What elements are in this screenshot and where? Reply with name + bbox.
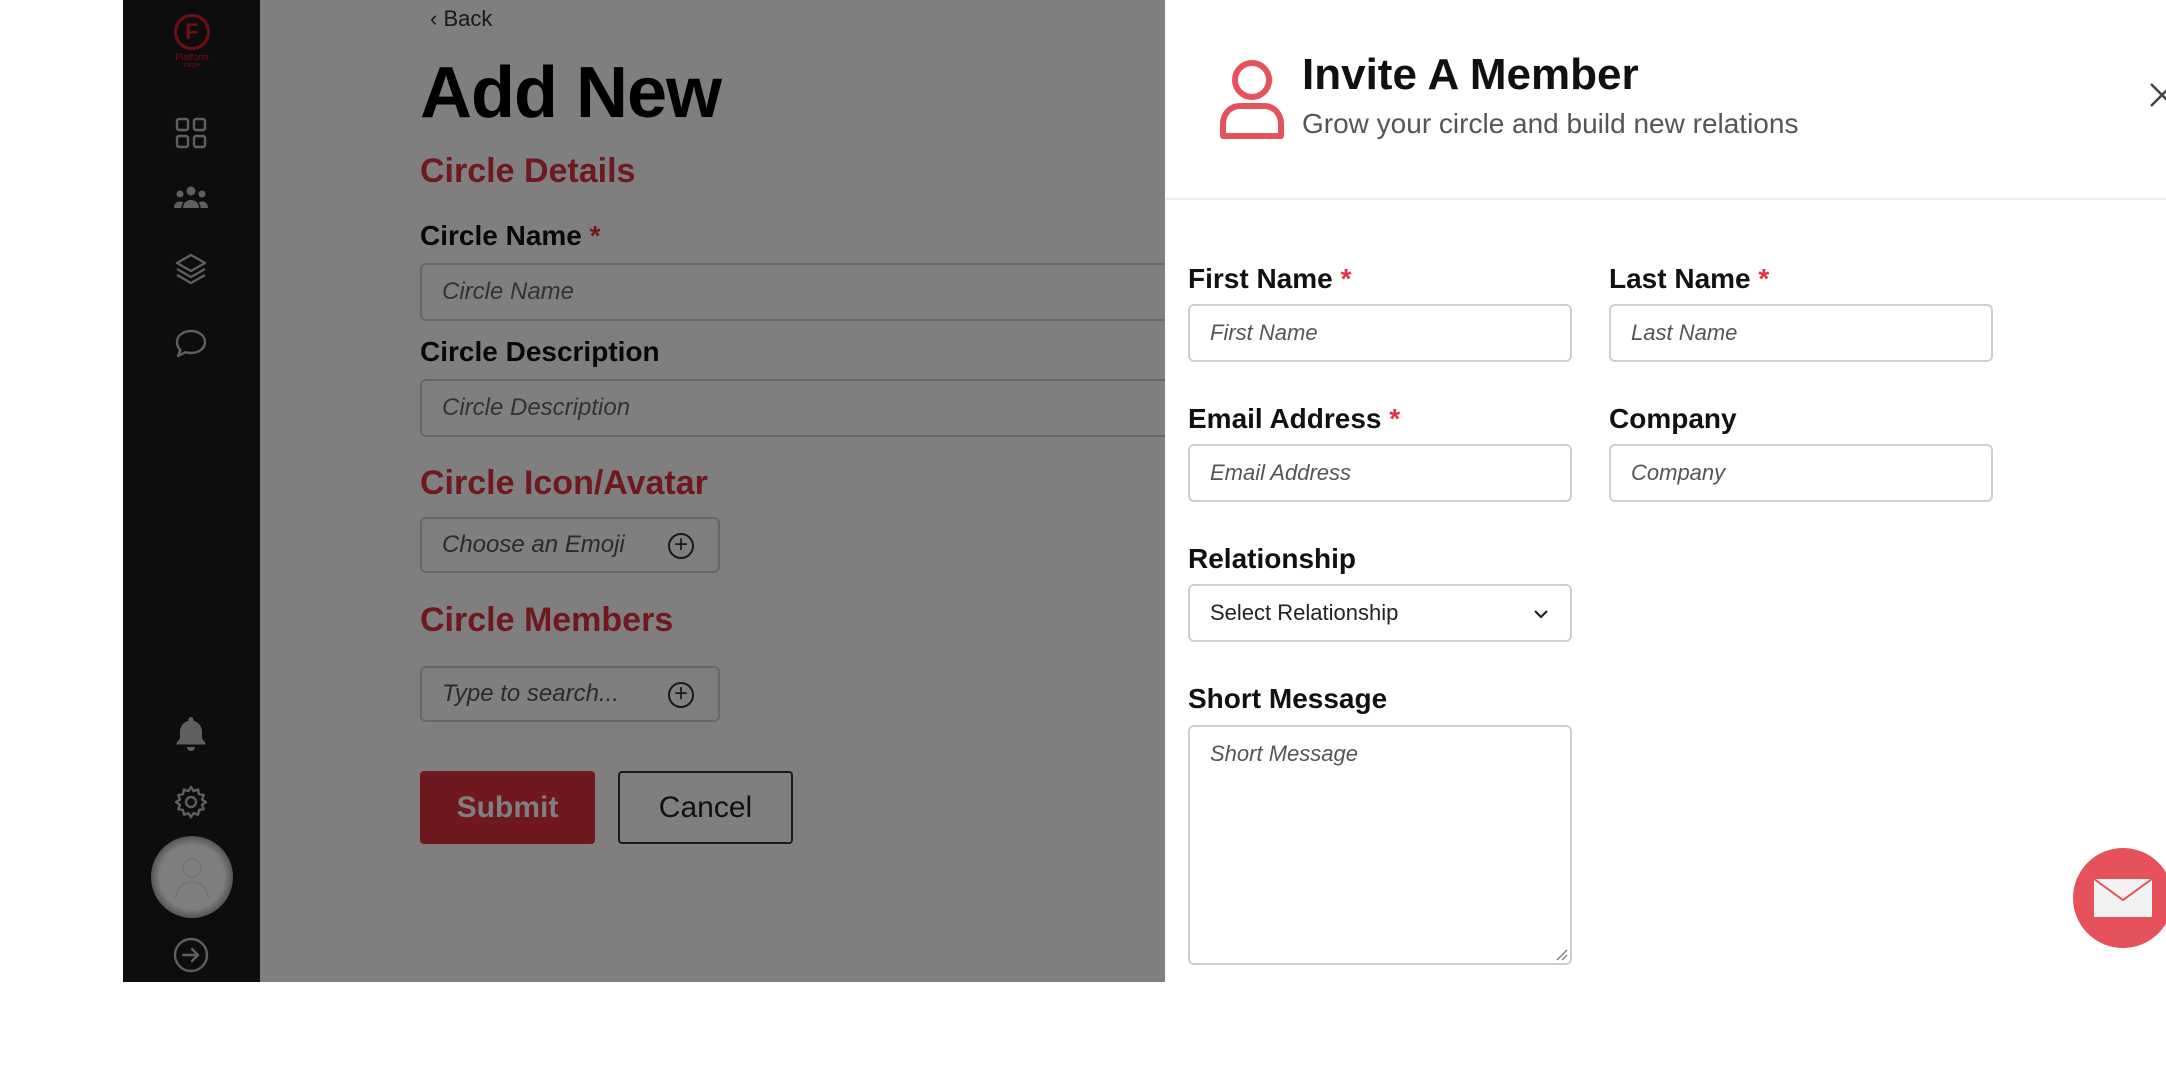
logout-icon[interactable] bbox=[171, 935, 211, 975]
section-circle-icon: Circle Icon/Avatar bbox=[420, 464, 708, 502]
people-icon[interactable] bbox=[171, 178, 211, 218]
first-name-input[interactable]: First Name bbox=[1188, 304, 1572, 362]
member-search-input[interactable]: Type to search... + bbox=[420, 666, 720, 722]
sidebar: F Platform circle bbox=[123, 0, 260, 982]
last-name-input[interactable]: Last Name bbox=[1609, 304, 1993, 362]
add-circle-form: ‹ Back Add New Circle Details Circle Nam… bbox=[260, 0, 1165, 982]
short-message-label: Short Message bbox=[1188, 683, 1388, 714]
bell-icon[interactable] bbox=[171, 713, 211, 753]
member-search-placeholder: Type to search... bbox=[442, 680, 619, 707]
add-emoji-icon[interactable]: + bbox=[668, 533, 694, 559]
relationship-value: Select Relationship bbox=[1210, 600, 1399, 625]
platform-logo[interactable]: F Platform circle bbox=[165, 14, 219, 72]
submit-button[interactable]: Submit bbox=[420, 771, 595, 844]
circle-name-input[interactable]: Circle Name bbox=[420, 263, 1165, 321]
invite-member-drawer: Invite A Member Grow your circle and bui… bbox=[1165, 0, 2166, 982]
logo-sub: circle bbox=[183, 62, 201, 69]
drawer-title: Invite A Member bbox=[1302, 50, 1639, 99]
layers-icon[interactable] bbox=[171, 249, 211, 289]
logo-mark: F bbox=[174, 14, 210, 50]
short-message-placeholder: Short Message bbox=[1210, 741, 1358, 766]
resize-handle-icon[interactable] bbox=[1554, 947, 1568, 961]
relationship-label: Relationship bbox=[1188, 543, 1357, 574]
page-title: Add New bbox=[420, 53, 722, 133]
close-icon[interactable] bbox=[2147, 80, 2166, 110]
circle-description-label: Circle Description bbox=[420, 336, 660, 367]
drawer-subtitle: Grow your circle and build new relations bbox=[1302, 108, 1799, 139]
logo-name: Platform bbox=[175, 52, 209, 62]
chevron-down-icon bbox=[1534, 610, 1548, 619]
section-circle-details: Circle Details bbox=[420, 152, 636, 190]
add-member-icon[interactable]: + bbox=[668, 682, 694, 708]
company-input[interactable]: Company bbox=[1609, 444, 1993, 502]
email-label: Email Address * bbox=[1188, 403, 1401, 434]
app-background: F Platform circle ‹ Back Add New Circle … bbox=[123, 0, 1165, 982]
first-name-label: First Name * bbox=[1188, 263, 1352, 294]
gear-icon[interactable] bbox=[171, 782, 211, 822]
grid-icon[interactable] bbox=[171, 113, 211, 153]
last-name-label: Last Name * bbox=[1609, 263, 1770, 294]
screen: F Platform circle ‹ Back Add New Circle … bbox=[0, 0, 2166, 1070]
chat-icon[interactable] bbox=[171, 324, 211, 364]
company-label: Company bbox=[1609, 403, 1737, 434]
back-link[interactable]: ‹ Back bbox=[430, 6, 492, 32]
mail-icon bbox=[2093, 878, 2153, 917]
email-input[interactable]: Email Address bbox=[1188, 444, 1572, 502]
circle-description-input[interactable]: Circle Description bbox=[420, 379, 1165, 437]
avatar[interactable] bbox=[151, 836, 233, 918]
person-icon bbox=[1217, 56, 1287, 140]
emoji-placeholder: Choose an Emoji bbox=[442, 531, 625, 558]
drawer-header: Invite A Member Grow your circle and bui… bbox=[1165, 0, 2166, 200]
back-label: Back bbox=[443, 6, 493, 31]
relationship-select[interactable]: Select Relationship bbox=[1188, 584, 1572, 642]
section-circle-members: Circle Members bbox=[420, 601, 674, 639]
emoji-picker[interactable]: Choose an Emoji + bbox=[420, 517, 720, 573]
mail-fab-button[interactable] bbox=[2073, 848, 2166, 948]
circle-name-label: Circle Name * bbox=[420, 220, 601, 251]
cancel-button[interactable]: Cancel bbox=[618, 771, 793, 844]
short-message-textarea[interactable]: Short Message bbox=[1188, 725, 1572, 965]
